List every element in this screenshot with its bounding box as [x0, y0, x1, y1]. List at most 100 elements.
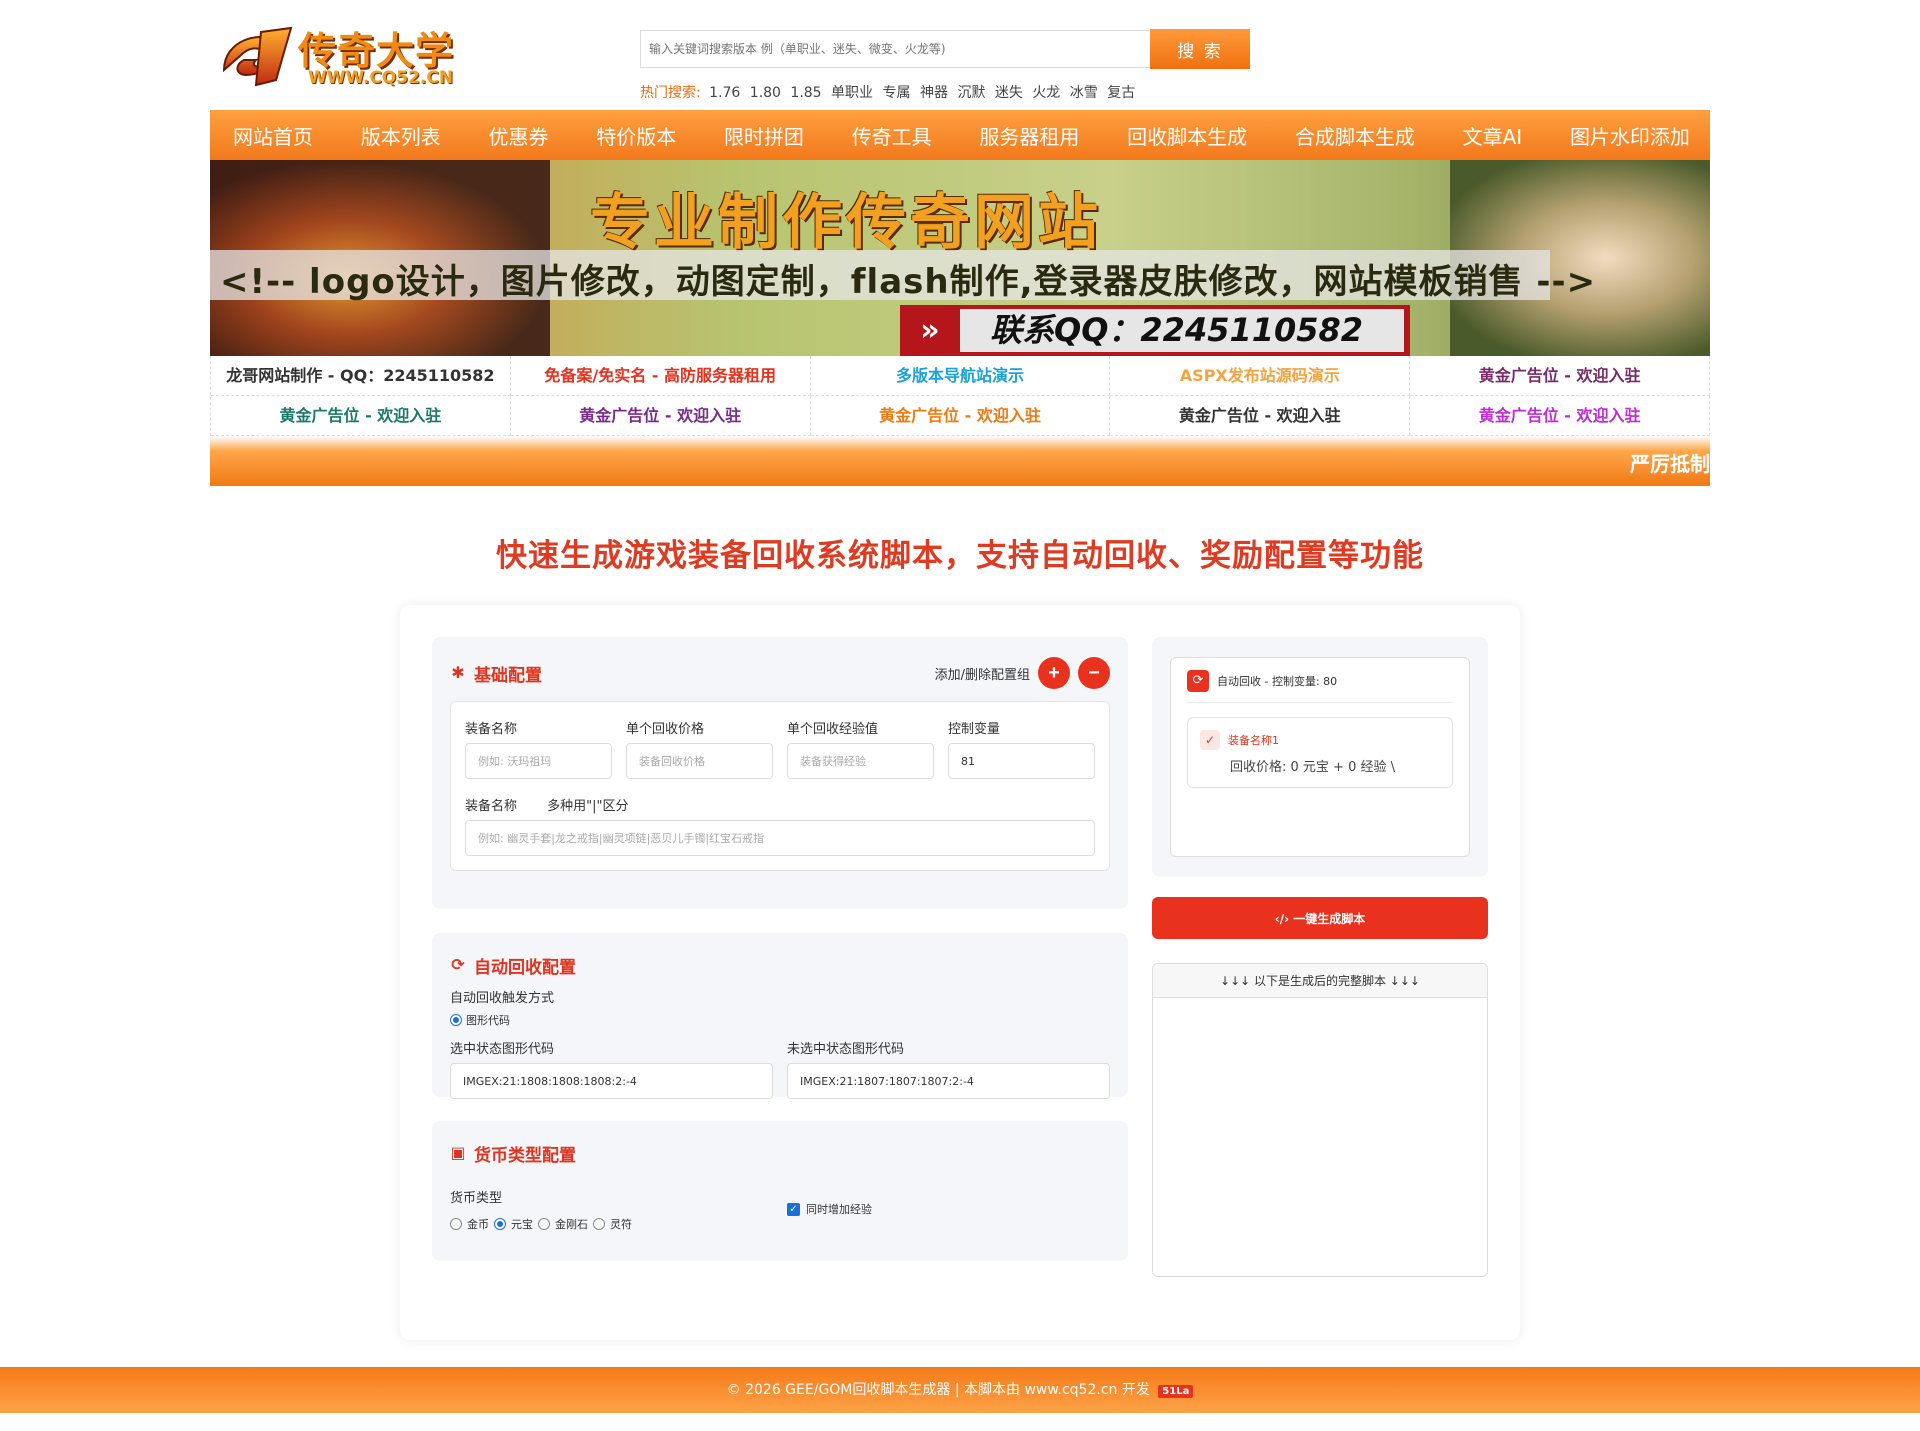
search-button[interactable]: 搜 索 — [1150, 29, 1250, 69]
currency-radio[interactable] — [593, 1218, 605, 1230]
unselected-code-label: 未选中状态图形代码 — [787, 1042, 905, 1057]
currency-radio[interactable] — [538, 1218, 550, 1230]
currency-option-label: 金币 — [467, 1218, 489, 1231]
control-variable-label: 控制变量 — [948, 722, 1001, 737]
hot-search-item[interactable]: 1.80 — [750, 85, 781, 101]
preview-item-name: 装备名称1 — [1228, 734, 1279, 747]
nav-server-rental[interactable]: 服务器租用 — [979, 121, 1079, 150]
hot-search-item[interactable]: 1.85 — [790, 85, 821, 101]
selected-code-input[interactable] — [450, 1063, 773, 1099]
preview-item-price: 回收价格: 0 元宝 + 0 经验 \ — [1230, 760, 1395, 775]
preview-head: 自动回收 - 控制变量: 80 — [1217, 675, 1338, 688]
hot-search-item[interactable]: 火龙 — [1032, 85, 1060, 101]
ad-link[interactable]: 龙哥网站制作 - QQ：2245110582 — [211, 356, 511, 396]
ad-link[interactable]: ASPX发布站源码演示 — [1110, 356, 1411, 396]
preview-box: ⟳ 自动回收 - 控制变量: 80 ✓ 装备名称1 回收价格: 0 元宝 + 0… — [1170, 657, 1470, 857]
checkbox-checked-icon[interactable]: ✓ — [787, 1202, 800, 1216]
trigger-radio[interactable]: 图形代码 — [450, 1012, 1110, 1028]
remove-group-button[interactable]: − — [1078, 657, 1110, 689]
unselected-code-input[interactable] — [787, 1063, 1110, 1099]
nav-article-ai[interactable]: 文章AI — [1463, 121, 1523, 150]
banner-subtitle: <!-- logo设计，图片修改，动图定制，flash制作,登录器皮肤修改，网站… — [220, 262, 1597, 302]
ad-link[interactable]: 免备案/免实名 - 高防服务器租用 — [510, 356, 811, 396]
recycle-exp-label: 单个回收经验值 — [787, 722, 879, 737]
equip-names-label: 装备名称 — [465, 799, 518, 814]
hot-search-item[interactable]: 神器 — [920, 85, 948, 101]
logo-text: 传奇大学 — [298, 29, 455, 73]
ad-link[interactable]: 黄金广告位 - 欢迎入驻 — [1410, 356, 1710, 396]
generate-script-button[interactable]: ‹/› 一键生成脚本 — [1152, 897, 1488, 939]
currency-options: 金币 元宝 金刚石 灵符 — [450, 1216, 773, 1232]
nav-group-buy[interactable]: 限时拼团 — [724, 121, 804, 150]
generate-script-label: 一键生成脚本 — [1293, 911, 1366, 926]
search-bar: 搜 索 — [640, 29, 1250, 70]
currency-radio[interactable] — [450, 1218, 462, 1230]
main-nav: 网站首页 版本列表 优惠券 特价版本 限时拼团 传奇工具 服务器租用 回收脚本生… — [210, 110, 1710, 160]
site-logo[interactable]: 传奇大学 WWW.CQ52.CN — [216, 20, 478, 95]
recycle-exp-input[interactable] — [787, 743, 934, 779]
recycle-price-label: 单个回收价格 — [626, 722, 705, 737]
preview-column: ⟳ 自动回收 - 控制变量: 80 ✓ 装备名称1 回收价格: 0 元宝 + 0… — [1152, 637, 1488, 1308]
add-remove-label: 添加/删除配置组 — [934, 667, 1030, 683]
banner-qq-box: » 联系QQ：2245110582 — [900, 305, 1410, 356]
nav-version-list[interactable]: 版本列表 — [361, 121, 441, 150]
selected-code-label: 选中状态图形代码 — [450, 1042, 555, 1057]
radio-selected-icon[interactable] — [450, 1014, 462, 1026]
footer-badge[interactable]: 51La — [1158, 1385, 1194, 1398]
hot-search-item[interactable]: 迷失 — [995, 85, 1023, 101]
output-head: ↓↓↓ 以下是生成后的完整脚本 ↓↓↓ — [1153, 964, 1487, 998]
nav-special-versions[interactable]: 特价版本 — [596, 121, 676, 150]
hot-search-item[interactable]: 沉默 — [957, 85, 985, 101]
ad-link[interactable]: 黄金广告位 - 欢迎入驻 — [1110, 396, 1411, 436]
footer-text: © 2026 GEE/GOM回收脚本生成器 | 本脚本由 www.cq52.cn… — [726, 1382, 1150, 1398]
equip-names-hint: 多种用"|"区分 — [547, 799, 629, 814]
nav-recycle-script[interactable]: 回收脚本生成 — [1127, 121, 1247, 150]
script-output[interactable]: ↓↓↓ 以下是生成后的完整脚本 ↓↓↓ — [1152, 963, 1488, 1277]
add-group-button[interactable]: + — [1038, 657, 1070, 689]
nav-compose-script[interactable]: 合成脚本生成 — [1295, 121, 1415, 150]
ad-link[interactable]: 黄金广告位 - 欢迎入驻 — [510, 396, 811, 436]
code-icon: ‹/› — [1274, 911, 1290, 926]
refresh-icon: ⟳ — [1187, 670, 1209, 692]
hot-search-item[interactable]: 冰雪 — [1070, 85, 1098, 101]
ad-link[interactable]: 黄金广告位 - 欢迎入驻 — [211, 396, 511, 436]
banner-title: 专业制作传奇网站 — [590, 188, 1102, 258]
nav-home[interactable]: 网站首页 — [233, 121, 313, 150]
ad-link[interactable]: 黄金广告位 - 欢迎入驻 — [810, 396, 1111, 436]
ad-link[interactable]: 黄金广告位 - 欢迎入驻 — [1410, 396, 1710, 436]
basic-config-title: ✱ 基础配置 — [450, 661, 542, 686]
logo-url: WWW.CQ52.CN — [308, 68, 454, 88]
trigger-option-label: 图形代码 — [466, 1014, 510, 1027]
promo-banner[interactable]: 专业制作传奇网站 <!-- logo设计，图片修改，动图定制，flash制作,登… — [210, 160, 1710, 356]
search-input[interactable] — [640, 30, 1150, 68]
config-column: ✱ 基础配置 添加/删除配置组 + − 装备名称 单个回收价格 — [432, 637, 1128, 1308]
hot-search-item[interactable]: 1.76 — [709, 85, 740, 101]
recycle-price-input[interactable] — [626, 743, 773, 779]
equip-names-input[interactable] — [465, 820, 1095, 856]
basic-config-title-text: 基础配置 — [474, 665, 542, 686]
hot-search-item[interactable]: 单职业 — [831, 85, 873, 101]
hot-search-item[interactable]: 专属 — [883, 85, 911, 101]
money-icon: ▣ — [450, 1143, 466, 1162]
double-arrow-icon: » — [920, 313, 940, 348]
ad-link[interactable]: 多版本导航站演示 — [810, 356, 1111, 396]
nav-tools[interactable]: 传奇工具 — [852, 121, 932, 150]
hot-search: 热门搜索: 1.76 1.80 1.85 单职业 专属 神器 沉默 迷失 火龙 … — [640, 82, 1140, 102]
control-variable-input[interactable] — [948, 743, 1095, 779]
footer: © 2026 GEE/GOM回收脚本生成器 | 本脚本由 www.cq52.cn… — [0, 1367, 1920, 1413]
nav-watermark[interactable]: 图片水印添加 — [1570, 121, 1690, 150]
currency-option-label: 灵符 — [610, 1218, 632, 1231]
nav-coupons[interactable]: 优惠券 — [488, 121, 548, 150]
equip-name-input[interactable] — [465, 743, 612, 779]
trigger-label: 自动回收触发方式 — [450, 991, 555, 1006]
add-exp-label: 同时增加经验 — [806, 1203, 872, 1216]
equip-name-label: 装备名称 — [465, 722, 518, 737]
marquee-ticker: 严厉抵制 — [210, 436, 1710, 486]
banner-qq: 联系QQ：2245110582 — [960, 309, 1404, 352]
hot-search-item[interactable]: 复古 — [1107, 85, 1135, 101]
check-icon: ✓ — [1200, 730, 1220, 750]
header: 传奇大学 WWW.CQ52.CN 搜 索 热门搜索: 1.76 1.80 1.8… — [210, 0, 1710, 110]
preview-panel: ⟳ 自动回收 - 控制变量: 80 ✓ 装备名称1 回收价格: 0 元宝 + 0… — [1152, 637, 1488, 877]
currency-radio[interactable] — [494, 1218, 506, 1230]
auto-recycle-panel: ⟳ 自动回收配置 自动回收触发方式 图形代码 选中状态图形代码 未选中状态图形代… — [432, 933, 1128, 1099]
